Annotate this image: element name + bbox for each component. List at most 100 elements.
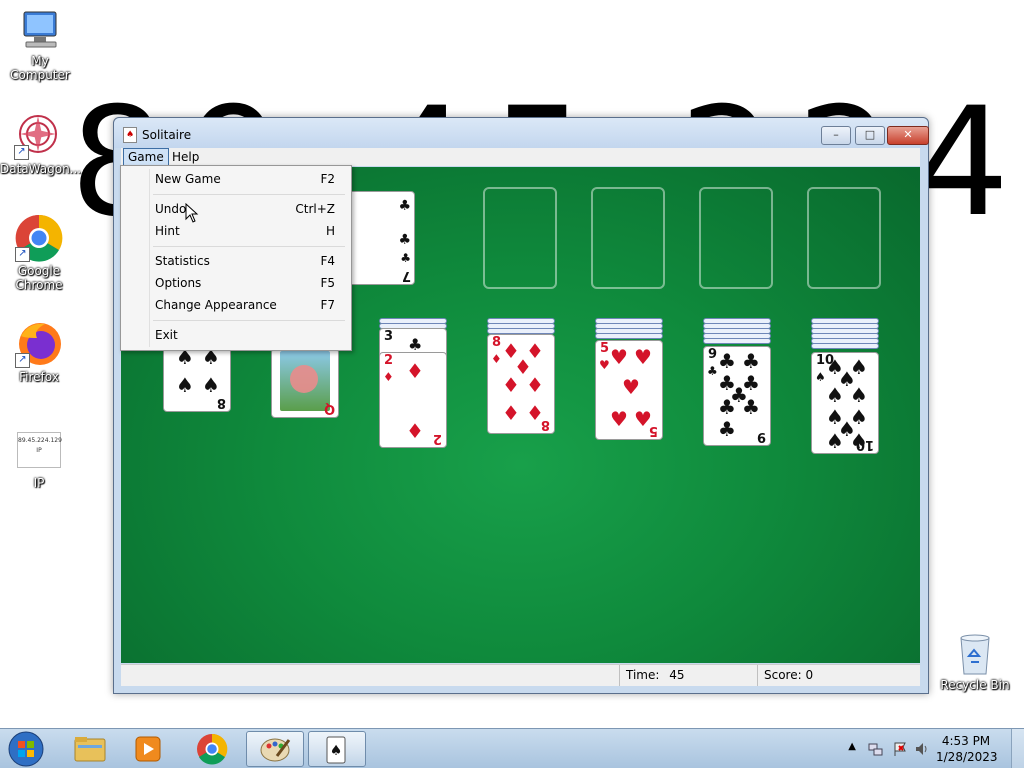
paint-palette-icon <box>260 738 291 762</box>
face-down-card[interactable] <box>703 338 771 344</box>
card-suit: ♥ <box>610 345 628 369</box>
card-suit: ♣ <box>400 251 411 265</box>
start-button[interactable] <box>6 730 46 768</box>
foundation-slot[interactable] <box>807 187 881 289</box>
card-suit: ♦ <box>491 352 502 366</box>
desktop-icon-firefox[interactable]: ↗ Firefox <box>1 320 77 384</box>
card-suit: ♦ <box>502 373 520 397</box>
chrome-icon: ↗ <box>15 214 63 262</box>
desktop-icon-chrome[interactable]: ↗ Google Chrome <box>1 214 77 292</box>
desktop-icon-recycle-bin[interactable]: Recycle Bin <box>937 632 1013 692</box>
menu-item-hint[interactable]: Hint H <box>155 221 335 241</box>
card-suit: ♠ <box>815 370 826 384</box>
card-suit: ♣ <box>398 198 411 214</box>
computer-icon <box>18 8 62 52</box>
tableau-column: 8 ♦ ♦ ♦ ♦ ♦ ♦ ♦ ♦ 8 <box>487 318 557 434</box>
card-suit: ♥ <box>622 375 640 399</box>
card-rank: 9 <box>756 429 766 444</box>
desktop-icon-my-computer[interactable]: My Computer <box>2 8 78 82</box>
title-bar[interactable]: ♠ Solitaire – □ ✕ <box>114 118 929 148</box>
card-suit: ♣ <box>718 417 736 441</box>
waste-card[interactable]: ♣ ♣ 7 ♣ <box>347 191 415 285</box>
foundation-slot[interactable] <box>699 187 773 289</box>
action-center-flag-icon[interactable] <box>892 741 908 757</box>
menu-help[interactable]: Help <box>168 149 203 165</box>
card-rank: 2 <box>432 431 442 446</box>
card-suit: ♣ <box>398 232 411 248</box>
tableau-card[interactable]: 2 ♦ ♦ ♦ 2 <box>379 352 447 448</box>
menu-separator <box>153 246 345 247</box>
show-desktop-button[interactable] <box>1011 729 1024 768</box>
shortcut-arrow-icon: ↗ <box>14 145 29 160</box>
card-rank: 5 <box>648 423 658 438</box>
tableau-card[interactable]: 8 ♦ ♦ ♦ ♦ ♦ ♦ ♦ ♦ 8 <box>487 334 555 434</box>
card-rank: 5 <box>600 341 610 356</box>
time-value: 45 <box>669 668 685 682</box>
volume-icon[interactable] <box>914 741 930 757</box>
minimize-button[interactable]: – <box>821 126 851 145</box>
menu-item-label: Options <box>155 276 202 290</box>
menu-item-options[interactable]: Options F5 <box>155 273 335 293</box>
menu-item-label: Exit <box>155 328 178 342</box>
menu-separator <box>153 320 345 321</box>
menu-item-statistics[interactable]: Statistics F4 <box>155 251 335 271</box>
card-suit: ♦ <box>526 373 544 397</box>
tableau-column: 3 ♣ 2 ♦ ♦ ♦ 2 <box>379 318 449 448</box>
menu-item-shortcut: F4 <box>320 254 335 268</box>
card-suit: ♣ <box>707 364 718 378</box>
taskbar-media-player[interactable] <box>120 731 176 767</box>
windows-start-icon <box>8 731 44 767</box>
status-bar: Time: 45 Score: 0 <box>121 664 920 686</box>
menu-item-label: Statistics <box>155 254 210 268</box>
taskbar-solitaire[interactable]: ♠ <box>308 731 366 767</box>
card-rank: 7 <box>401 268 411 283</box>
card-rank: Q <box>323 401 335 416</box>
close-button[interactable]: ✕ <box>887 126 929 145</box>
card-suit: ♦ <box>383 370 394 384</box>
face-down-card[interactable] <box>811 343 879 349</box>
card-rank: 3 <box>384 329 394 344</box>
card-suit: ♣ <box>742 395 760 419</box>
tableau-card[interactable]: Q <box>271 348 339 418</box>
foundation-slot[interactable] <box>591 187 665 289</box>
card-suit: ♣ <box>718 349 736 373</box>
taskbar-paint[interactable] <box>246 731 304 767</box>
solitaire-app-icon: ♠ <box>123 127 137 143</box>
network-icon[interactable] <box>868 741 884 757</box>
menu-item-exit[interactable]: Exit <box>155 325 335 345</box>
tableau-card[interactable]: 5 ♥ ♥ ♥ ♥ ♥ ♥ 5 <box>595 340 663 440</box>
media-player-icon <box>135 736 161 762</box>
svg-text:♠: ♠ <box>330 743 343 759</box>
file-preview-line: 89.45.224.129 <box>18 437 62 444</box>
menu-item-undo[interactable]: Undo Ctrl+Z <box>155 199 335 219</box>
card-rank: 10 <box>855 437 874 452</box>
menu-item-label: Undo <box>155 202 187 216</box>
chrome-icon <box>197 733 228 765</box>
menu-item-label: Hint <box>155 224 180 238</box>
desktop-icon-label: My Computer <box>10 54 70 82</box>
taskbar-chrome[interactable] <box>184 731 240 767</box>
menu-gutter <box>149 169 150 347</box>
menu-game[interactable]: Game <box>123 148 169 166</box>
tableau-card[interactable]: 9 ♣ ♣ ♣ ♣ ♣ ♣ ♣ ♣ ♣ 9 <box>703 346 771 446</box>
desktop-icon-datawagon[interactable]: ↗ DataWagon... <box>0 112 82 176</box>
card-suit: ♥ <box>610 407 628 431</box>
tableau-card[interactable]: 10 ♠ ♠ ♠ ♠ ♠ ♠ ♠ ♠ ♠ ♠ ♠ 10 <box>811 352 879 454</box>
show-hidden-icons-icon[interactable]: ▲ <box>848 741 856 752</box>
face-down-card[interactable] <box>595 333 663 339</box>
maximize-button[interactable]: □ <box>855 126 885 145</box>
menu-item-shortcut: F2 <box>320 172 335 186</box>
firefox-icon: ↗ <box>15 320 63 368</box>
desktop-icon-label: DataWagon... <box>0 162 82 176</box>
clock[interactable]: 4:53 PM 1/28/2023 <box>936 733 998 765</box>
clock-date: 1/28/2023 <box>936 750 998 764</box>
datawagon-icon: ↗ <box>14 112 62 160</box>
taskbar: ♠ ▲ 4:53 PM 1/28/2023 <box>0 728 1024 768</box>
text-file-icon: 89.45.224.129 IP <box>17 432 62 468</box>
menu-item-change-appearance[interactable]: Change Appearance F7 <box>155 295 335 315</box>
foundation-slot[interactable] <box>483 187 557 289</box>
menu-item-new-game[interactable]: New Game F2 <box>155 169 335 189</box>
card-suit: ♠ <box>202 373 220 397</box>
taskbar-explorer[interactable] <box>62 731 118 767</box>
desktop-icon-ip-file[interactable]: 89.45.224.129 IP IP <box>1 432 77 490</box>
